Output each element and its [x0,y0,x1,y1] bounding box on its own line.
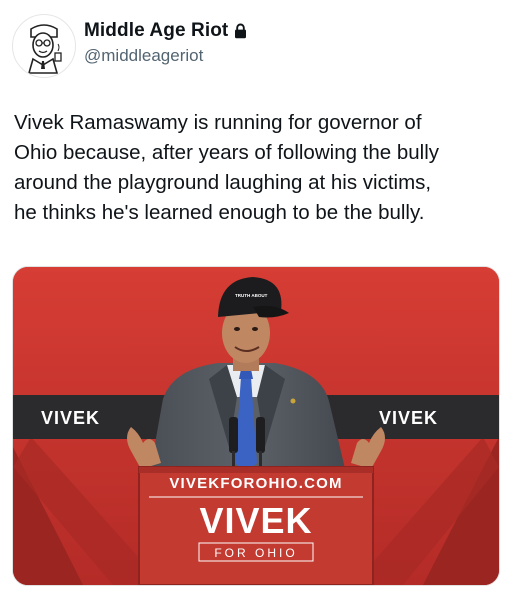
banner-left-text: VIVEK [41,408,100,428]
tweet-media-photo[interactable]: VIVEK VIVEK TRUTH ABOUT VIVEKFOROHIO.COM… [12,266,500,586]
author-names: Middle Age Riot @middleageriot [84,20,247,66]
tweet-text: Vivek Ramaswamy is running for governor … [14,111,440,224]
tweet-header: Middle Age Riot @middleageriot [12,14,498,78]
podium-name-text: VIVEK [199,500,312,541]
podium-url-text: VIVEKFOROHIO.COM [169,475,342,492]
podium-tagline-text: FOR OHIO [214,546,297,560]
author-handle[interactable]: @middleageriot [84,46,247,66]
display-name[interactable]: Middle Age Riot [84,20,228,42]
rally-photo: VIVEK VIVEK TRUTH ABOUT VIVEKFOROHIO.COM… [13,267,499,585]
svg-text:TRUTH ABOUT: TRUTH ABOUT [235,293,268,298]
lock-icon [234,23,247,39]
cartoon-man-avatar-icon [14,16,74,76]
author-avatar[interactable] [12,14,76,78]
banner-right-text: VIVEK [379,408,438,428]
